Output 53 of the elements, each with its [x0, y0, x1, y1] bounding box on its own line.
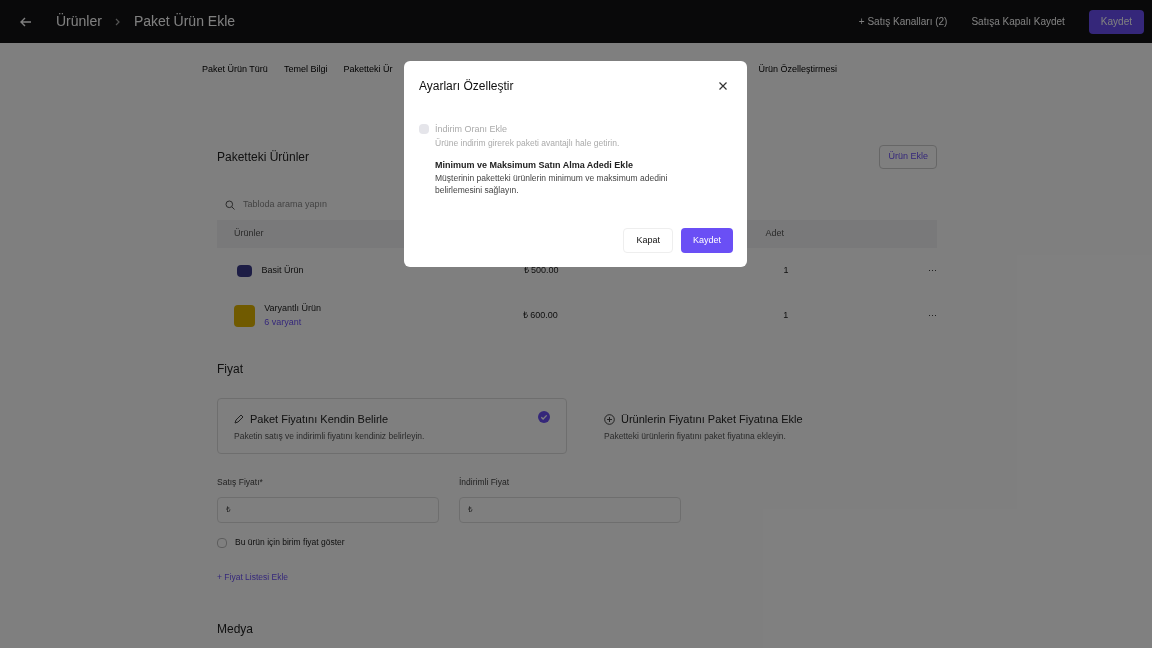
option-title: Minimum ve Maksimum Satın Alma Adedi Ekle	[435, 158, 634, 172]
quantity-cell-text: 1	[783, 308, 790, 322]
tab[interactable]: Ürün Özelleştirmesi	[758, 63, 837, 103]
product-name: Basit Ürün	[261, 263, 305, 277]
tab[interactable]: Temel Bilgi	[283, 63, 328, 103]
section-title: Fiyat	[217, 361, 244, 378]
price-cell-text: ₺ 600.00	[522, 308, 559, 322]
price-cell-text: ₺ 500.00	[523, 263, 560, 277]
section-title: Medya	[217, 620, 255, 638]
field-label: Satış Fiyatı*	[217, 476, 264, 489]
breadcrumb-link[interactable]: Ürünler	[56, 11, 102, 32]
row-menu-button[interactable]: ···	[928, 263, 937, 278]
field-label: İndirimli Fiyat	[459, 476, 511, 489]
tab[interactable]: Paketteki Ür	[343, 63, 393, 103]
column-header: Adet	[765, 227, 785, 241]
option-title: İndirim Oranı Ekle	[435, 123, 509, 136]
save-closed-button[interactable]: Satışa Kapalı Kaydet	[971, 14, 1065, 29]
option-description: Paketteki ürünlerin fiyatını paket fiyatına ekleyin.	[604, 429, 787, 443]
quantity-cell-text: 1	[783, 263, 790, 277]
column-header: Ürünler	[234, 227, 264, 241]
save-button[interactable]: Kaydet	[1088, 9, 1144, 34]
variant-link[interactable]: 6 varyant	[264, 315, 496, 329]
save-button[interactable]: Kaydet	[680, 228, 733, 253]
checkbox-label: Bu ürün için birim fiyat göster	[235, 536, 345, 550]
close-icon[interactable]	[718, 81, 728, 91]
tab[interactable]: Paket Ürün Türü	[202, 63, 268, 103]
add-price-list-link[interactable]: + Fiyat Listesi Ekle	[217, 570, 937, 584]
section-title: Paketteki Ürünler	[217, 149, 310, 166]
option-title: Paket Fiyatını Kendin Belirle	[250, 412, 389, 427]
price-input[interactable]: ₺	[459, 496, 681, 523]
product-thumbnail	[237, 264, 253, 277]
page-title: Paket Ürün Ekle	[133, 12, 236, 31]
price-input[interactable]: ₺	[217, 496, 439, 523]
row-menu-button[interactable]: ···	[928, 308, 937, 323]
search-icon	[225, 200, 235, 210]
option-description: Paketin satış ve indirimli fiyatını kendiniz belirleyin.	[234, 429, 426, 443]
product-name: Varyantlı Ürün	[264, 302, 323, 315]
pricing-option-card[interactable]: Paket Fiyatını Kendin Belirle Paketin satış ve indirimli fiyatını kendiniz belirleyin.	[217, 398, 567, 454]
option-title: Ürünlerin Fiyatını Paket Fiyatına Ekle	[621, 412, 803, 427]
option-description: Müşterinin paketteki ürünlerin minimum ve maksimum adedini belirlemesini sağlayın.	[435, 172, 669, 196]
checkbox[interactable]	[217, 537, 227, 548]
modal-title: Ayarları Özelleştir	[419, 78, 514, 95]
pencil-icon	[234, 414, 244, 425]
sales-channels-link[interactable]: + Satış Kanalları (2)	[858, 14, 948, 29]
chevron-icon	[113, 17, 122, 26]
back-arrow-icon[interactable]	[20, 15, 32, 28]
pricing-option-card[interactable]: Ürünlerin Fiyatını Paket Fiyatına Ekle Paketteki ürünlerin fiyatını paket fiyatına ekleyin.	[587, 398, 937, 454]
close-button[interactable]: Kapat	[623, 228, 673, 253]
product-thumbnail	[234, 304, 256, 327]
check-circle-icon	[538, 411, 550, 423]
option-description: Ürüne indirim girerek paketi avantajlı hale getirin.	[435, 136, 621, 149]
plus-circle-icon	[604, 413, 615, 425]
add-product-button[interactable]: Ürün Ekle	[879, 145, 937, 169]
